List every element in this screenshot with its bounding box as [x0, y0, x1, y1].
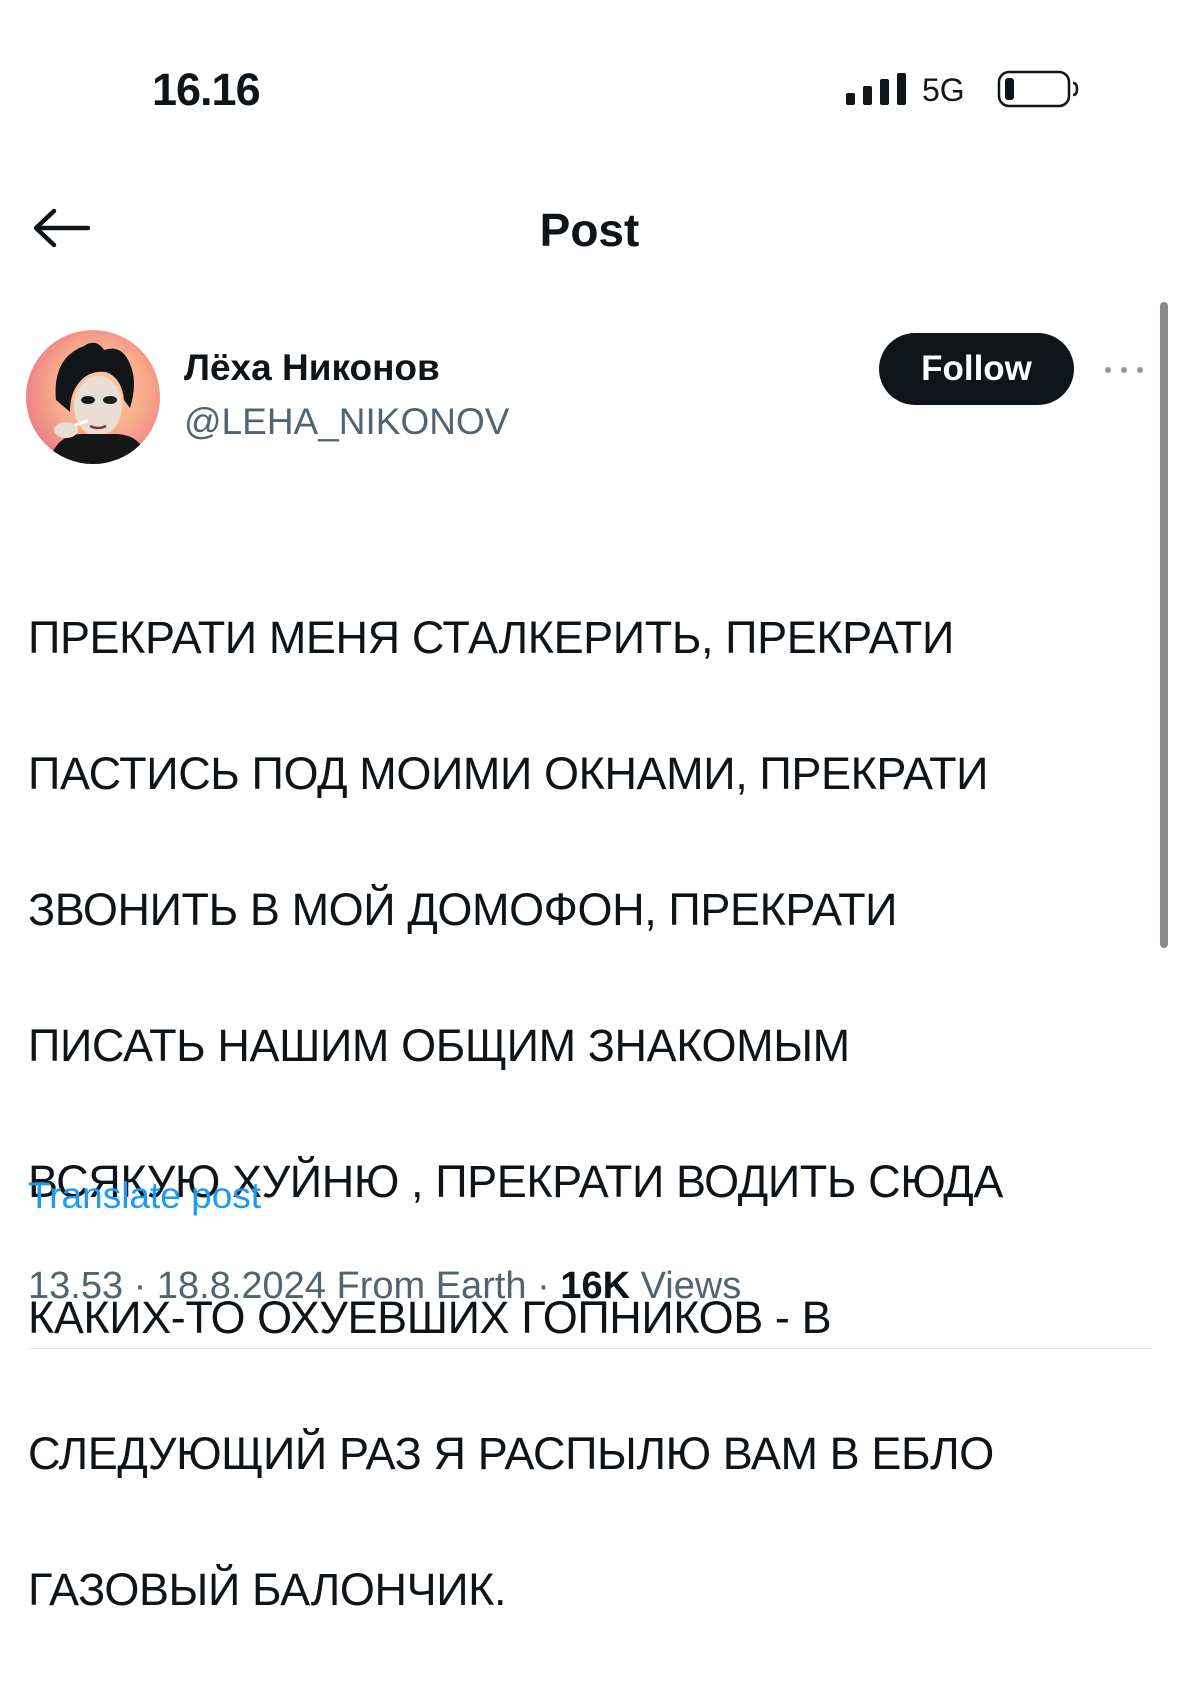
author-handle[interactable]: @LEHA_NIKONOV [184, 398, 509, 446]
views-count[interactable]: 16K [560, 1265, 630, 1307]
post-source: From Earth [336, 1265, 527, 1307]
translate-post-link[interactable]: Translate post [28, 1172, 261, 1220]
post-text-line: ПИСАТЬ НАШИМ ОБЩИМ ЗНАКОМЫМ [28, 1020, 850, 1071]
post-text-line: ПРЕКРАТИ МЕНЯ СТАЛКЕРИТЬ, ПРЕКРАТИ [28, 612, 954, 663]
author-name[interactable]: Лёха Никонов [184, 344, 440, 392]
divider [28, 1348, 1152, 1349]
post-text-line: ГАЗОВЫЙ БАЛОНЧИК. [28, 1564, 507, 1615]
post-date: 18.8.2024 [156, 1265, 326, 1307]
meta-separator: · [133, 1265, 147, 1307]
post-text-line: ПАСТИСЬ ПОД МОИМИ ОКНАМИ, ПРЕКРАТИ [28, 748, 989, 799]
signal-bars-icon [846, 73, 906, 105]
page-title: Post [539, 204, 640, 256]
battery-icon [997, 70, 1079, 108]
scrollbar[interactable] [1160, 302, 1168, 948]
post-time: 13.53 [28, 1265, 124, 1307]
post-text-line: ЗВОНИТЬ В МОЙ ДОМОФОН, ПРЕКРАТИ [28, 884, 898, 935]
post-metadata: 13.53 · 18.8.2024 From Earth · 16K Views [28, 1262, 741, 1310]
avatar-portrait-icon [48, 342, 148, 464]
status-time: 16.16 [152, 64, 261, 115]
post-text-line: СЛЕДУЮЩИЙ РАЗ Я РАСПЫЛЮ ВАМ В ЕБЛО [28, 1428, 994, 1479]
network-type: 5G [922, 72, 965, 108]
avatar[interactable] [26, 330, 160, 464]
follow-button[interactable]: Follow [879, 333, 1074, 405]
views-label[interactable]: Views [641, 1265, 742, 1307]
meta-separator: · [537, 1265, 550, 1307]
more-horizontal-icon[interactable] [1100, 358, 1148, 382]
post-text: ПРЕКРАТИ МЕНЯ СТАЛКЕРИТЬ, ПРЕКРАТИ ПАСТИ… [28, 536, 1153, 1692]
